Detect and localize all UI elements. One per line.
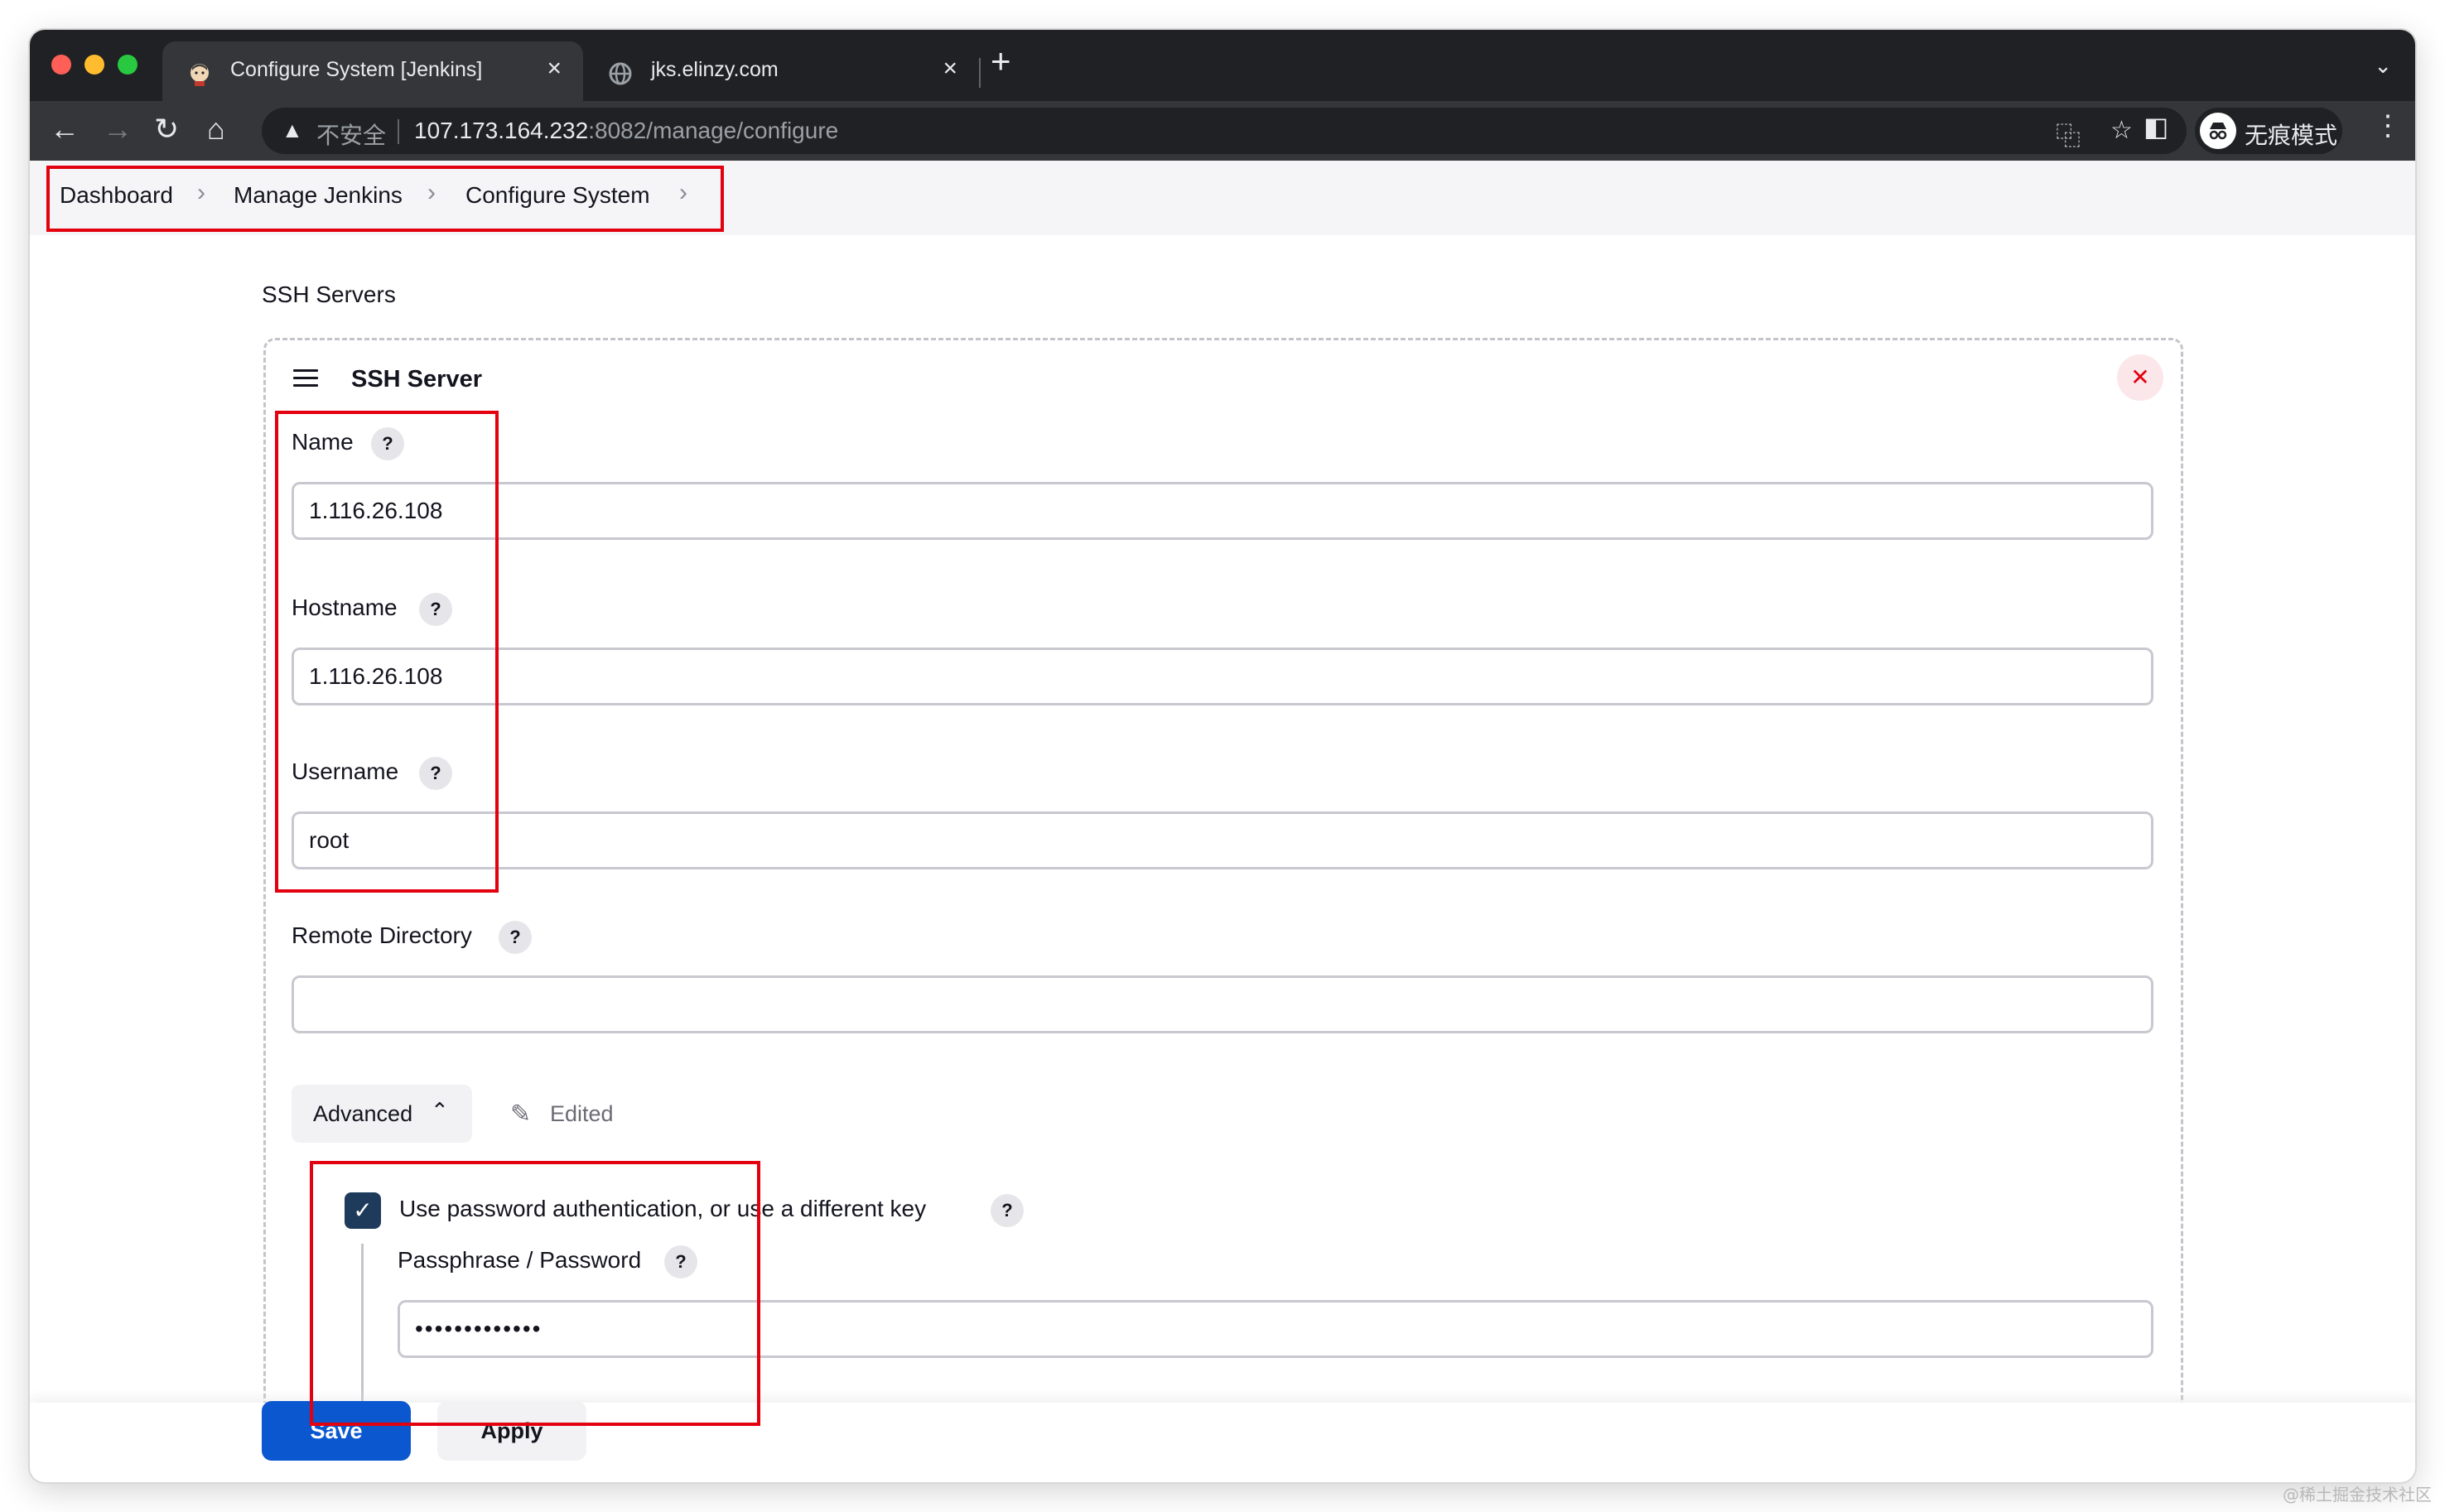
advanced-toggle-button[interactable]: Advanced ⌃	[292, 1085, 472, 1143]
chevron-down-icon[interactable]: ⌄	[2374, 53, 2392, 79]
close-tab-icon[interactable]: ×	[943, 55, 957, 83]
pencil-icon: ✎	[510, 1100, 532, 1128]
highlight-credentials	[275, 411, 499, 893]
security-label[interactable]: 不安全	[316, 118, 386, 151]
address-bar[interactable]: ▲ 不安全 107.173.164.232:8082/manage/config…	[262, 108, 2187, 154]
url-path: :8082/manage/configure	[588, 118, 839, 143]
zoom-window-button[interactable]	[118, 55, 137, 75]
url-text[interactable]: 107.173.164.232:8082/manage/configure	[414, 118, 838, 144]
jenkins-butler-icon	[187, 61, 212, 86]
minimize-window-button[interactable]	[84, 55, 104, 75]
reload-icon[interactable]: ↻	[154, 113, 179, 146]
profile-label: 无痕模式	[2245, 123, 2338, 148]
close-window-button[interactable]	[51, 55, 71, 75]
ssh-server-title: SSH Server	[351, 366, 482, 392]
browser-menu-icon[interactable]: ⋮	[2374, 109, 2402, 142]
forward-icon[interactable]: →	[103, 113, 133, 146]
close-tab-icon[interactable]: ×	[547, 55, 562, 83]
section-title: SSH Servers	[262, 282, 396, 307]
browser-window: Configure System [Jenkins] × jks.elinzy.…	[30, 30, 2415, 1482]
edited-label: Edited	[550, 1101, 614, 1126]
highlight-breadcrumb	[46, 166, 724, 232]
warning-icon[interactable]: ▲	[282, 118, 303, 143]
tab-title: Configure System [Jenkins]	[230, 58, 483, 81]
back-icon[interactable]: ←	[50, 113, 80, 146]
globe-icon	[608, 61, 633, 90]
incognito-profile-button[interactable]: 无痕模式	[2195, 108, 2342, 154]
tab-jks-elinzy[interactable]: jks.elinzy.com ×	[583, 41, 979, 101]
remote-directory-input[interactable]	[292, 975, 2153, 1033]
username-input[interactable]: root	[292, 811, 2153, 869]
new-tab-icon[interactable]: +	[991, 41, 1011, 81]
translate-icon[interactable]: ⿻	[2056, 116, 2081, 152]
tab-title: jks.elinzy.com	[651, 58, 779, 81]
side-panel-icon[interactable]: ◧	[2144, 111, 2168, 142]
tab-divider	[979, 58, 981, 88]
incognito-icon	[2200, 113, 2236, 149]
drag-handle-icon[interactable]	[293, 369, 318, 392]
tab-configure-system[interactable]: Configure System [Jenkins] ×	[162, 41, 583, 101]
address-divider	[398, 119, 399, 144]
advanced-label: Advanced	[313, 1101, 413, 1126]
star-icon[interactable]: ☆	[2110, 116, 2133, 145]
remote-directory-label: Remote Directory	[292, 922, 472, 948]
chevron-up-icon: ⌃	[431, 1098, 449, 1123]
highlight-password	[310, 1161, 760, 1426]
watermark: @稀土掘金技术社区	[2283, 1485, 2432, 1505]
password-auth-help-icon[interactable]: ?	[991, 1194, 1024, 1227]
tab-strip: Configure System [Jenkins] × jks.elinzy.…	[30, 30, 2415, 101]
browser-toolbar: ← → ↻ ⌂ ▲ 不安全 107.173.164.232:8082/manag…	[30, 101, 2415, 161]
home-icon[interactable]: ⌂	[207, 113, 225, 146]
hostname-input[interactable]: 1.116.26.108	[292, 648, 2153, 705]
remote-directory-help-icon[interactable]: ?	[499, 921, 532, 954]
delete-server-button[interactable]: ✕	[2117, 354, 2163, 401]
url-host: 107.173.164.232	[414, 118, 589, 143]
name-input[interactable]: 1.116.26.108	[292, 482, 2153, 540]
